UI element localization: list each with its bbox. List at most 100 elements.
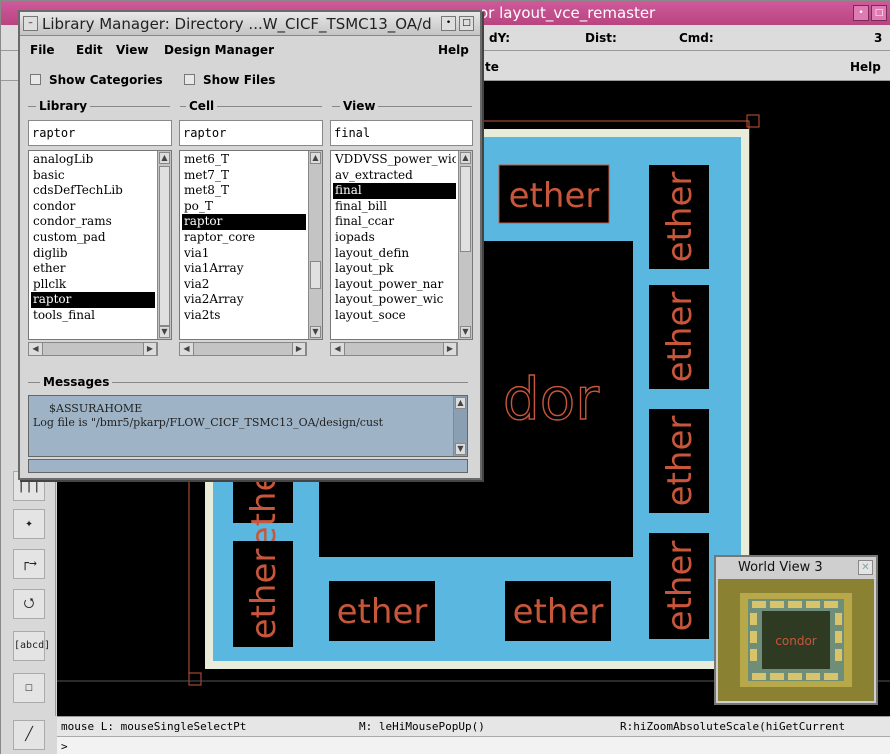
mouse-left-binding: mouse L: mouseSingleSelectPt bbox=[61, 720, 247, 733]
view-list-item[interactable]: layout_soce bbox=[333, 308, 456, 324]
library-list-item[interactable]: condor bbox=[31, 199, 155, 215]
library-list-item[interactable]: diglib bbox=[31, 246, 155, 262]
menu-edit[interactable]: Edit bbox=[76, 43, 103, 57]
library-manager-titlebar[interactable]: – Library Manager: Directory ...W_CICF_T… bbox=[20, 12, 480, 36]
cell-list-item[interactable]: via1 bbox=[182, 246, 306, 262]
view-list-item[interactable]: layout_power_nar bbox=[333, 277, 456, 293]
cell-list-item[interactable]: via1Array bbox=[182, 261, 306, 277]
cell-list-scrollbar[interactable]: ▲ ▼ bbox=[308, 151, 322, 339]
library-list-item[interactable]: condor_rams bbox=[31, 214, 155, 230]
rectangle-tool-icon[interactable]: ☐ bbox=[13, 673, 45, 703]
world-view-canvas[interactable]: condor bbox=[718, 579, 874, 701]
cell-list-item[interactable]: via2ts bbox=[182, 308, 306, 324]
library-list-item[interactable]: basic bbox=[31, 168, 155, 184]
move-tool-icon[interactable]: ✦ bbox=[13, 509, 45, 539]
view-list-item[interactable]: layout_defin bbox=[333, 246, 456, 262]
library-list[interactable]: analogLib basic cdsDefTechLib condor condor_… bbox=[28, 150, 172, 340]
scroll-right-icon[interactable]: ▶ bbox=[143, 343, 157, 355]
scroll-down-icon[interactable]: ▼ bbox=[159, 326, 170, 338]
cell-list[interactable]: met6_T met7_T met8_T po_T raptor raptor_core v… bbox=[179, 150, 323, 340]
show-files-checkbox[interactable]: Show Files bbox=[184, 73, 275, 87]
view-hscrollbar[interactable]: ◀ ▶ bbox=[330, 342, 458, 356]
library-list-scrollbar[interactable]: ▲ ▼ bbox=[157, 151, 171, 339]
command-prompt[interactable]: > bbox=[57, 736, 890, 754]
scroll-down-icon[interactable]: ▼ bbox=[310, 326, 321, 338]
ether-block-label: ether bbox=[660, 292, 700, 383]
menu-help[interactable]: Help bbox=[438, 43, 469, 57]
polygon-tool-icon[interactable]: ⭯ bbox=[13, 589, 45, 619]
path-tool-icon[interactable]: ┌→ bbox=[13, 549, 45, 579]
library-list-item[interactable]: cdsDefTechLib bbox=[31, 183, 155, 199]
cell-list-item[interactable]: via2 bbox=[182, 277, 306, 293]
library-list-item[interactable]: custom_pad bbox=[31, 230, 155, 246]
show-categories-checkbox[interactable]: Show Categories bbox=[30, 73, 163, 87]
library-field[interactable]: raptor bbox=[28, 120, 172, 146]
close-icon[interactable]: ✕ bbox=[858, 560, 873, 575]
boundary-marker bbox=[188, 672, 202, 686]
library-list-item[interactable]: analogLib bbox=[31, 152, 155, 168]
scroll-right-icon[interactable]: ▶ bbox=[443, 343, 457, 355]
scroll-up-icon[interactable]: ▲ bbox=[455, 397, 466, 409]
view-list-item[interactable]: final_ccar bbox=[333, 214, 456, 230]
cell-list-item[interactable]: raptor bbox=[182, 214, 306, 230]
messages-scrollbar[interactable]: ▲ ▼ bbox=[453, 396, 467, 456]
scroll-thumb[interactable] bbox=[159, 166, 170, 326]
library-column-label: Library bbox=[36, 99, 91, 113]
library-list-item[interactable]: pllclk bbox=[31, 277, 155, 293]
library-list-item[interactable]: ether bbox=[31, 261, 155, 277]
scroll-up-icon[interactable]: ▲ bbox=[460, 152, 471, 164]
cell-list-item[interactable]: po_T bbox=[182, 199, 306, 215]
ether-block-label: ether bbox=[660, 172, 700, 263]
window-menu-icon[interactable]: – bbox=[23, 16, 38, 31]
scroll-left-icon[interactable]: ◀ bbox=[29, 343, 43, 355]
minimize-icon[interactable]: • bbox=[441, 16, 456, 31]
messages-area[interactable]: $ASSURAHOME Log file is "/bmr5/pkarp/FLO… bbox=[28, 395, 468, 457]
menu-design-manager[interactable]: Design Manager bbox=[164, 43, 274, 57]
cell-list-item[interactable]: met8_T bbox=[182, 183, 306, 199]
scroll-right-icon[interactable]: ▶ bbox=[292, 343, 306, 355]
scroll-up-icon[interactable]: ▲ bbox=[159, 152, 170, 164]
ether-block-label: ether bbox=[660, 416, 700, 507]
scroll-thumb[interactable] bbox=[310, 261, 321, 289]
view-list-items: VDDVSS_power_wic av_extracted final final_b… bbox=[333, 152, 456, 324]
label-tool-icon[interactable]: [abcd] bbox=[13, 631, 50, 661]
messages-hscrollbar[interactable] bbox=[28, 459, 468, 473]
editor-help-menu[interactable]: Help bbox=[850, 60, 881, 74]
ether-block-label: ether bbox=[244, 549, 284, 640]
scroll-thumb[interactable] bbox=[460, 166, 471, 252]
scroll-left-icon[interactable]: ◀ bbox=[331, 343, 345, 355]
view-list-item[interactable]: iopads bbox=[333, 230, 456, 246]
menu-view[interactable]: View bbox=[116, 43, 148, 57]
menu-fragment[interactable]: te bbox=[485, 60, 499, 74]
cell-list-item[interactable]: raptor_core bbox=[182, 230, 306, 246]
show-categories-label: Show Categories bbox=[49, 73, 163, 87]
view-list-item[interactable]: layout_pk bbox=[333, 261, 456, 277]
minimize-icon[interactable]: • bbox=[853, 5, 869, 21]
maximize-icon[interactable]: □ bbox=[871, 5, 887, 21]
cell-list-item[interactable]: via2Array bbox=[182, 292, 306, 308]
scroll-left-icon[interactable]: ◀ bbox=[180, 343, 194, 355]
menu-file[interactable]: File bbox=[30, 43, 55, 57]
view-list[interactable]: VDDVSS_power_wic av_extracted final final_b… bbox=[330, 150, 473, 340]
scroll-down-icon[interactable]: ▼ bbox=[460, 326, 471, 338]
library-list-item[interactable]: tools_final bbox=[31, 308, 155, 324]
scroll-up-icon[interactable]: ▲ bbox=[310, 152, 321, 164]
view-list-item[interactable]: final bbox=[333, 183, 456, 199]
view-list-item[interactable]: av_extracted bbox=[333, 168, 456, 184]
library-list-item[interactable]: raptor bbox=[31, 292, 155, 308]
library-hscrollbar[interactable]: ◀ ▶ bbox=[28, 342, 158, 356]
cell-field[interactable]: raptor bbox=[179, 120, 323, 146]
world-view-thumbnail: condor bbox=[718, 579, 874, 701]
view-list-item[interactable]: VDDVSS_power_wic bbox=[333, 152, 456, 168]
cell-list-item[interactable]: met6_T bbox=[182, 152, 306, 168]
view-list-scrollbar[interactable]: ▲ ▼ bbox=[458, 151, 472, 339]
ruler-icon[interactable]: ╱ bbox=[13, 720, 45, 750]
scroll-down-icon[interactable]: ▼ bbox=[455, 443, 466, 455]
cell-list-item[interactable]: met7_T bbox=[182, 168, 306, 184]
view-list-item[interactable]: final_bill bbox=[333, 199, 456, 215]
maximize-icon[interactable]: □ bbox=[459, 16, 474, 31]
view-field[interactable]: final bbox=[330, 120, 473, 146]
library-manager-menubar: File Edit View Design Manager Help bbox=[20, 37, 480, 63]
view-list-item[interactable]: layout_power_wic bbox=[333, 292, 456, 308]
cell-hscrollbar[interactable]: ◀ ▶ bbox=[179, 342, 307, 356]
